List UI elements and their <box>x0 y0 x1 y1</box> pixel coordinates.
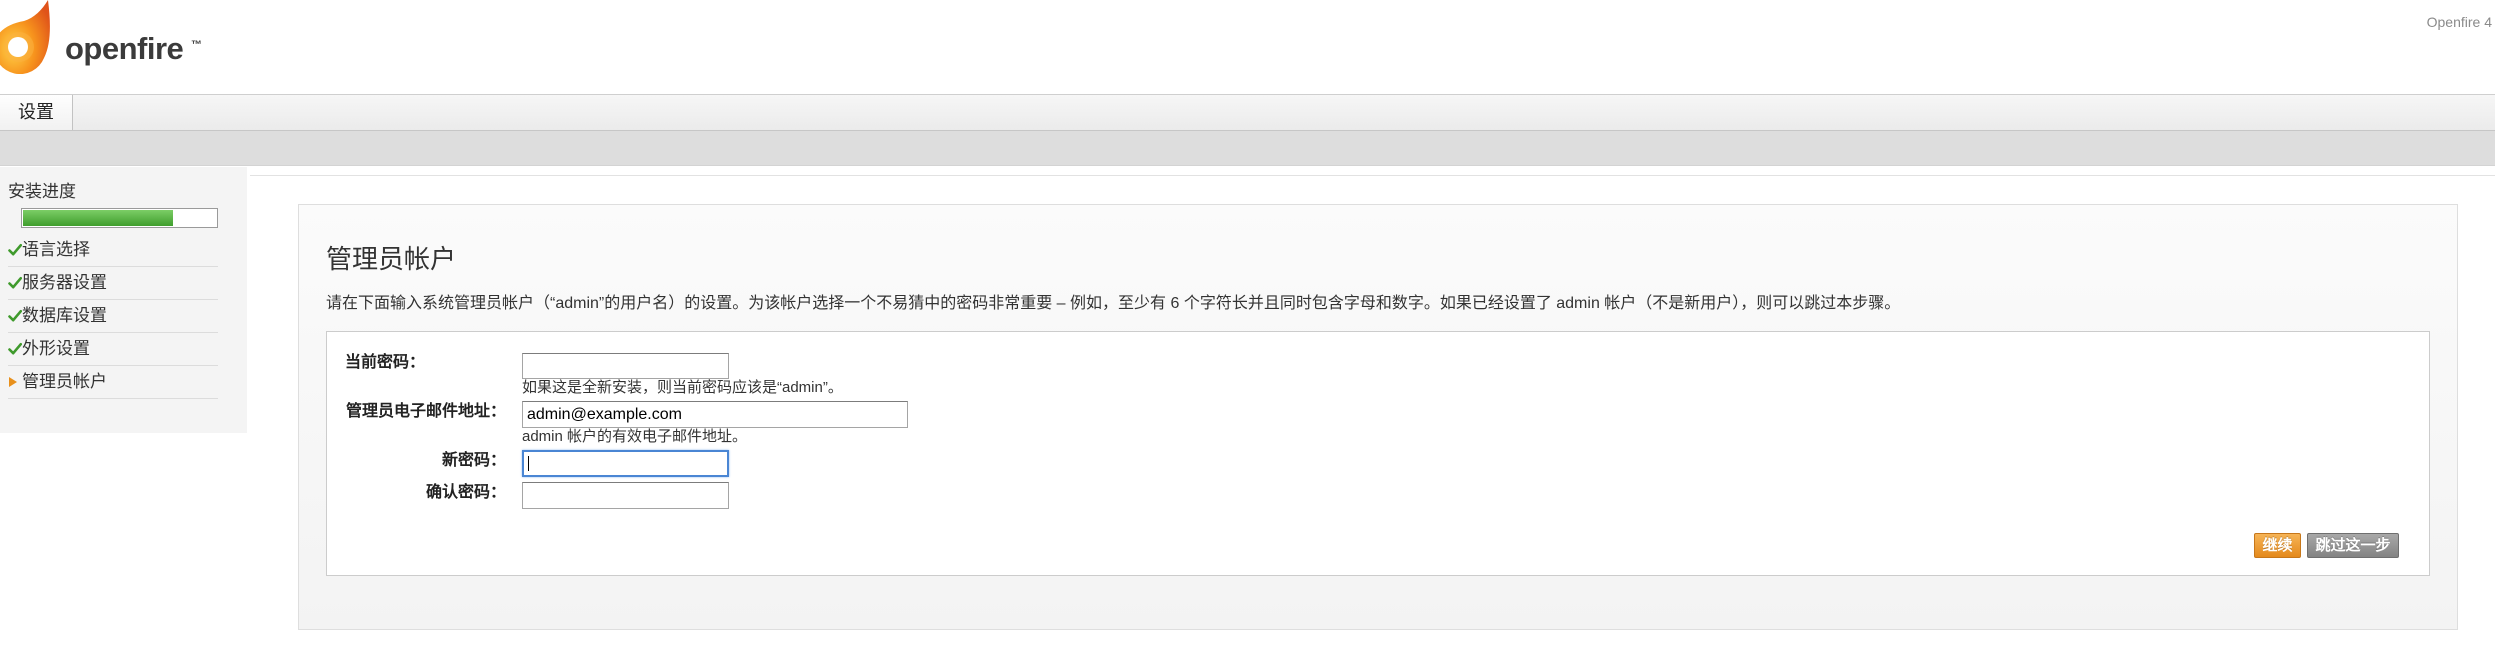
admin-email-field[interactable] <box>522 401 908 428</box>
sidebar-step-server: 服务器设置 <box>8 267 218 300</box>
current-password-hint: 如果这是全新安装，则当前密码应该是“admin”。 <box>522 379 843 396</box>
sidebar-step-label: 服务器设置 <box>22 273 107 292</box>
sidebar-step-label: 语言选择 <box>22 240 90 259</box>
new-password-field[interactable] <box>522 450 729 477</box>
tab-setup[interactable]: 设置 <box>0 95 73 130</box>
admin-email-label: 管理员电子邮件地址： <box>345 403 506 420</box>
logo-text: openfire <box>65 31 184 66</box>
checkmark-icon <box>8 309 22 322</box>
version-label: Openfire 4 <box>2426 14 2492 30</box>
page-title: 管理员帐户 <box>326 244 457 274</box>
confirm-password-field[interactable] <box>522 482 729 509</box>
sub-nav-bar <box>0 131 2495 166</box>
new-password-label: 新密码： <box>441 452 506 469</box>
header: openfire ™ Openfire 4 <box>0 0 2495 95</box>
checkmark-icon <box>8 342 22 355</box>
content-panel: 管理员帐户 请在下面输入系统管理员帐户（“admin”的用户名）的设置。为该帐户… <box>298 204 2458 630</box>
sidebar-step-database: 数据库设置 <box>8 300 218 333</box>
sidebar-step-language: 语言选择 <box>8 234 218 267</box>
checkmark-icon <box>8 243 22 256</box>
confirm-password-label: 确认密码： <box>425 484 506 501</box>
sidebar-step-admin-account: 管理员帐户 <box>8 366 218 399</box>
page-description: 请在下面输入系统管理员帐户（“admin”的用户名）的设置。为该帐户选择一个不易… <box>326 295 1901 312</box>
sidebar-step-label: 外形设置 <box>22 339 90 358</box>
sidebar-step-label: 管理员帐户 <box>22 372 107 391</box>
tab-setup-label: 设置 <box>18 102 54 122</box>
trademark-symbol: ™ <box>191 39 202 51</box>
admin-email-hint: admin 帐户的有效电子邮件地址。 <box>522 428 748 445</box>
current-password-field[interactable] <box>522 353 729 379</box>
progress-bar <box>21 208 218 228</box>
progress-bar-fill <box>23 210 174 226</box>
sidebar-step-label: 数据库设置 <box>22 306 107 325</box>
main-top-border <box>250 175 2495 176</box>
sidebar-step-appearance: 外形设置 <box>8 333 218 366</box>
openfire-flame-logo-icon <box>0 0 50 74</box>
checkmark-icon <box>8 276 22 289</box>
progress-label: 安装进度 <box>8 182 76 201</box>
arrow-right-icon <box>9 377 17 387</box>
openfire-logo: openfire ™ <box>0 0 210 94</box>
continue-button[interactable]: 继续 <box>2254 533 2301 558</box>
setup-page: openfire ™ Openfire 4 设置 安装进度 语言选择 服务器设置 <box>0 0 2495 651</box>
admin-account-form: 当前密码： 如果这是全新安装，则当前密码应该是“admin”。 管理员电子邮件地… <box>326 331 2430 576</box>
current-password-label: 当前密码： <box>345 354 426 371</box>
skip-step-button[interactable]: 跳过这一步 <box>2307 533 2399 558</box>
setup-progress-sidebar: 安装进度 语言选择 服务器设置 数据库设置 外形设置 管理员帐户 <box>0 167 247 433</box>
text-caret <box>528 456 529 471</box>
tab-bar: 设置 <box>0 95 2495 131</box>
